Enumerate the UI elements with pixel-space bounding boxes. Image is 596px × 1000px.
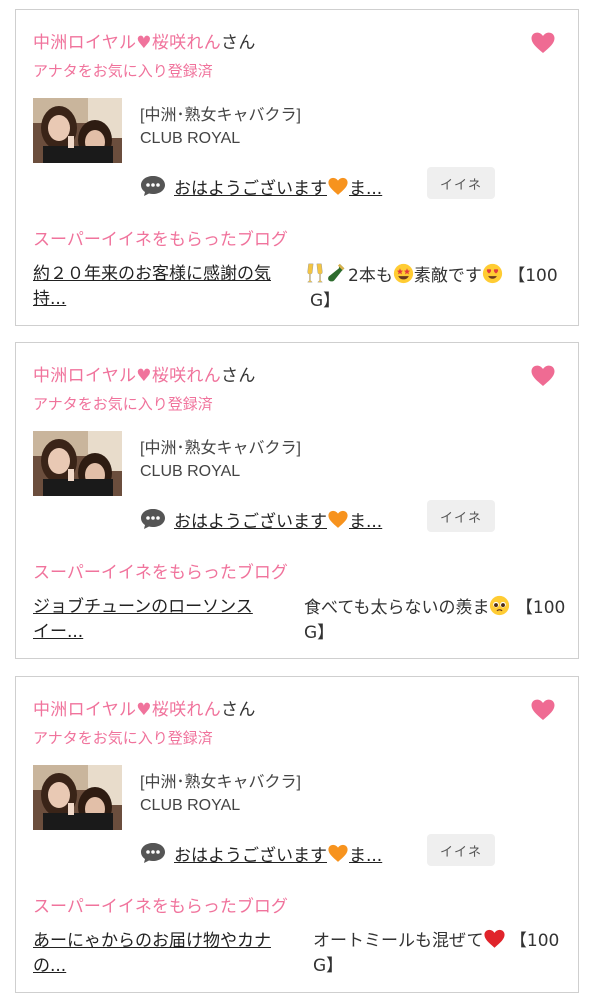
blog-title-start: おはようございます [174,846,327,866]
super-blog-desc: 食べても太らないの羨ま 【100 G】 [304,595,574,646]
blog-title-end: ま... [349,846,383,866]
cast-name-link[interactable]: 中洲ロイヤル♥桜咲れん [33,700,221,720]
blog-title-start: おはようございます [174,512,327,532]
super-iine-title: スーパーイイネをもらったブログ [33,897,288,917]
super-blog-line1: ジョブチューンのローソンス [33,597,253,617]
bottle-icon [326,262,348,284]
iine-button[interactable]: イイネ [427,834,495,866]
favorite-card: 中洲ロイヤル♥桜咲れんさん アナタをお気に入り登録済 [中洲･熟女キャバクラ] … [15,9,579,326]
heart-icon[interactable] [531,699,555,721]
iine-button[interactable]: イイネ [427,500,495,532]
iine-button[interactable]: イイネ [427,167,495,199]
super-blog-row: あーにゃからのお届け物やカナ の... オートミールも混ぜて 【100 G】 [33,929,573,979]
cast-photo[interactable] [33,431,122,496]
favorite-status: アナタをお気に入り登録済 [33,62,213,80]
super-blog-line2: イー... [33,622,84,642]
blog-title-end: ま... [349,512,383,532]
shop-genre: [中洲･熟女キャバクラ] [140,440,301,457]
speech-bubble-icon [140,508,166,530]
super-blog-link[interactable]: 約２０年来のお客様に感謝の気 持... [33,262,271,312]
blog-title-end: ま... [349,179,383,199]
super-blog-line2: 持... [33,289,67,309]
cast-name-link[interactable]: 中洲ロイヤル♥桜咲れん [33,33,221,53]
super-blog-row: 約２０年来のお客様に感謝の気 持... 2本も 素敵です 【100 G】 [33,262,573,312]
speech-bubble-icon [140,175,166,197]
blog-title-start: おはようございます [174,179,327,199]
pleading-face-icon [489,595,510,616]
super-blog-line2: の... [33,956,67,976]
desc-text-c: 素敵です [413,266,482,286]
orange-heart-icon [328,844,348,863]
honorific: さん [221,700,256,720]
heart-icon[interactable] [531,32,555,54]
desc-text-a: オートミールも混ぜて [313,931,484,951]
latest-blog-link[interactable]: おはようございます ま... [174,841,382,866]
desc-price-end: G】 [310,291,341,311]
super-blog-desc: オートミールも混ぜて 【100 G】 [313,929,575,979]
desc-price-end: G】 [304,623,335,643]
super-blog-link[interactable]: ジョブチューンのローソンス イー... [33,595,253,645]
cast-photo[interactable] [33,98,122,163]
cast-name[interactable]: 中洲ロイヤル♥桜咲れんさん [33,695,256,720]
super-blog-line1: 約２０年来のお客様に感謝の気 [33,264,271,284]
favorite-status: アナタをお気に入り登録済 [33,729,213,747]
super-iine-title: スーパーイイネをもらったブログ [33,230,288,250]
honorific: さん [221,33,256,53]
orange-heart-icon [328,177,348,196]
favorite-card: 中洲ロイヤル♥桜咲れんさん アナタをお気に入り登録済 [中洲･熟女キャバクラ] … [15,676,579,993]
super-blog-line1: あーにゃからのお届け物やカナ [33,931,271,951]
starstruck-icon [393,263,414,284]
shop-name[interactable]: CLUB ROYAL [140,130,240,148]
cast-name[interactable]: 中洲ロイヤル♥桜咲れんさん [33,28,256,53]
desc-text-b: 2本も [348,266,393,286]
orange-heart-icon [328,510,348,529]
shop-name[interactable]: CLUB ROYAL [140,463,240,481]
shop-genre: [中洲･熟女キャバクラ] [140,107,301,124]
favorite-status: アナタをお気に入り登録済 [33,395,213,413]
desc-price-end: G】 [313,956,344,976]
desc-text-a: 食べても太らないの羨ま [304,598,490,618]
latest-blog-link[interactable]: おはようございます ま... [174,174,382,199]
red-heart-icon [484,929,505,949]
super-blog-desc: 2本も 素敵です 【100 G】 [304,262,574,314]
super-blog-link[interactable]: あーにゃからのお届け物やカナ の... [33,929,271,979]
shop-genre: [中洲･熟女キャバクラ] [140,774,301,791]
desc-price: 【100 [515,598,566,618]
shop-name[interactable]: CLUB ROYAL [140,797,240,815]
heart-eyes-icon [482,263,503,284]
super-iine-title: スーパーイイネをもらったブログ [33,563,288,583]
desc-price: 【100 [509,931,560,951]
honorific: さん [221,366,256,386]
super-blog-row: ジョブチューンのローソンス イー... 食べても太らないの羨ま 【100 G】 [33,595,573,645]
cast-name[interactable]: 中洲ロイヤル♥桜咲れんさん [33,361,256,386]
latest-blog-link[interactable]: おはようございます ま... [174,507,382,532]
champagne-icon [304,262,326,284]
cast-photo[interactable] [33,765,122,830]
cast-name-link[interactable]: 中洲ロイヤル♥桜咲れん [33,366,221,386]
heart-icon[interactable] [531,365,555,387]
desc-price: 【100 [508,266,558,286]
speech-bubble-icon [140,842,166,864]
favorite-card: 中洲ロイヤル♥桜咲れんさん アナタをお気に入り登録済 [中洲･熟女キャバクラ] … [15,342,579,659]
